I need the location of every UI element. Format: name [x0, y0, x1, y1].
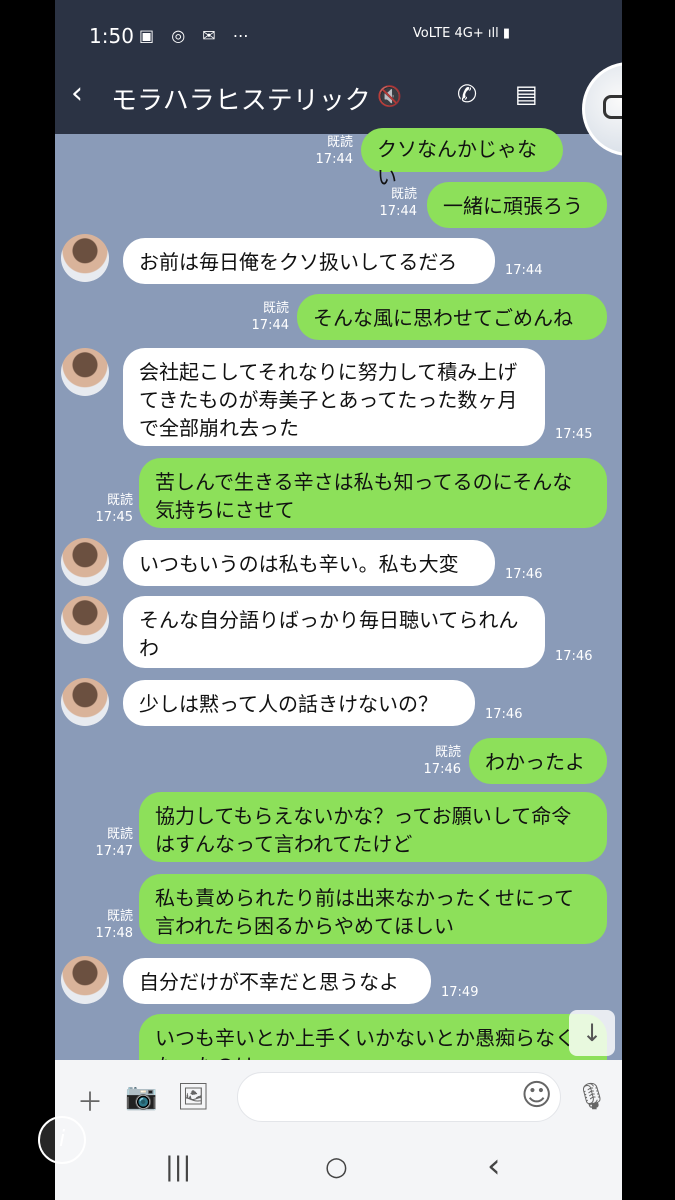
message-time: 17:44 — [315, 152, 353, 167]
message-bubble-sent[interactable]: 苦しんで生きる辛さは私も知ってるのにそんな気持ちにさせて — [139, 458, 607, 528]
chat-header: ‹ モラハラヒステリック 🔇 ✆ ▤ — [55, 62, 622, 134]
avatar-glasses — [603, 95, 622, 119]
message-time: 17:48 — [95, 926, 133, 941]
message-time: 17:44 — [251, 318, 289, 333]
message-bubble-sent[interactable]: 私も責められたり前は出来なかったくせにって言われたら困るからやめてほしい — [139, 874, 607, 944]
message-bubble-sent[interactable]: 協力してもらえないかな？ってお願いして命令はすんなって言われてたけど — [139, 792, 607, 862]
home-icon[interactable]: ○ — [325, 1152, 348, 1182]
notification-icons: ▣ ◎ ✉ ⋯ — [139, 26, 255, 45]
avatar[interactable] — [61, 348, 109, 396]
message-bubble-received[interactable]: 少しは黙って人の話きけないの？ — [123, 680, 475, 726]
recent-apps-icon[interactable]: ||| — [165, 1152, 191, 1182]
message-bubble-sent[interactable]: クソなんかじゃない — [361, 128, 563, 189]
message-time: 17:46 — [505, 567, 543, 582]
status-time: 1:50 — [89, 24, 134, 48]
phone-screen: 1:50 ▣ ◎ ✉ ⋯ VoLTE 4G+ ıll ▮ ‹ モラハラヒステリッ… — [55, 0, 622, 1200]
message-time: 17:44 — [505, 263, 543, 278]
read-receipt: 既読 — [106, 827, 133, 842]
message-bubble-sent[interactable]: そんな風に思わせてごめんね — [297, 294, 607, 340]
camera-icon[interactable]: 📷 — [125, 1082, 157, 1112]
read-receipt: 既読 — [106, 493, 133, 508]
message-bubble-sent[interactable]: わかったよ — [469, 738, 607, 784]
message-meta: 既読 17:48 — [89, 908, 133, 942]
message-time: 17:46 — [423, 762, 461, 777]
message-time: 17:46 — [555, 649, 593, 664]
scroll-down-button[interactable]: ↓ — [569, 1010, 615, 1056]
message-bubble-received[interactable]: 会社起こしてそれなりに努力して積み上げてきたものが寿美子とあってたった数ヶ月で全… — [123, 348, 545, 446]
message-bubble-sent[interactable]: 一緒に頑張ろう — [427, 182, 607, 228]
message-bubble-received[interactable]: いつもいうのは私も辛い。私も大変 — [123, 540, 495, 586]
signal-battery-icons: VoLTE 4G+ ıll ▮ — [412, 26, 510, 41]
nav-back-icon[interactable]: ‹ — [487, 1146, 501, 1186]
message-meta: 既読 17:46 — [413, 744, 461, 778]
system-nav-bar: ||| ○ ‹ — [55, 1138, 622, 1200]
call-icon[interactable]: ✆ — [457, 80, 477, 108]
read-receipt: 既読 — [262, 301, 289, 316]
avatar[interactable] — [61, 956, 109, 1004]
message-bubble-received[interactable]: 自分だけが不幸だと思うなよ — [123, 958, 431, 1004]
avatar[interactable] — [61, 596, 109, 644]
message-bubble-received[interactable]: そんな自分語りばっかり毎日聴いてられんわ — [123, 596, 545, 668]
message-meta: 既読 17:44 — [241, 300, 289, 334]
avatar[interactable] — [61, 538, 109, 586]
menu-icon[interactable]: ▤ — [515, 80, 538, 108]
read-receipt: 既読 — [106, 909, 133, 924]
read-receipt: 既読 — [434, 745, 461, 760]
back-icon[interactable]: ‹ — [71, 76, 83, 111]
message-input[interactable] — [237, 1072, 561, 1122]
message-time: 17:44 — [379, 204, 417, 219]
mute-icon: 🔇 — [377, 84, 402, 108]
plus-icon[interactable]: ＋ — [77, 1082, 103, 1119]
message-meta: 既読 17:44 — [305, 134, 353, 168]
info-icon[interactable]: i — [38, 1116, 86, 1164]
message-bubble-received[interactable]: お前は毎日俺をクソ扱いしてるだろ — [123, 238, 495, 284]
chat-title: モラハラヒステリック — [111, 86, 371, 116]
emoji-icon[interactable]: ☺ — [521, 1078, 552, 1113]
message-time: 17:47 — [95, 844, 133, 859]
message-time: 17:46 — [485, 707, 523, 722]
message-meta: 既読 17:45 — [89, 492, 133, 526]
message-time: 17:49 — [441, 985, 479, 1000]
message-meta: 既読 17:47 — [89, 826, 133, 860]
message-time: 17:45 — [555, 427, 593, 442]
avatar[interactable] — [61, 234, 109, 282]
image-icon[interactable]: 🖼 — [177, 1082, 210, 1112]
message-meta: 既読 17:44 — [369, 186, 417, 220]
mic-icon[interactable]: 🎙 — [575, 1082, 608, 1112]
input-bar: ＋ 📷 🖼 ☺ 🎙 — [55, 1060, 622, 1138]
status-bar: 1:50 ▣ ◎ ✉ ⋯ VoLTE 4G+ ıll ▮ — [55, 0, 622, 62]
read-receipt: 既読 — [390, 187, 417, 202]
avatar[interactable] — [61, 678, 109, 726]
read-receipt: 既読 — [326, 135, 353, 150]
chat-area[interactable]: 既読 17:44 クソなんかじゃない 既読 17:44 一緒に頑張ろう お前は毎… — [55, 128, 622, 1084]
message-time: 17:45 — [95, 510, 133, 525]
